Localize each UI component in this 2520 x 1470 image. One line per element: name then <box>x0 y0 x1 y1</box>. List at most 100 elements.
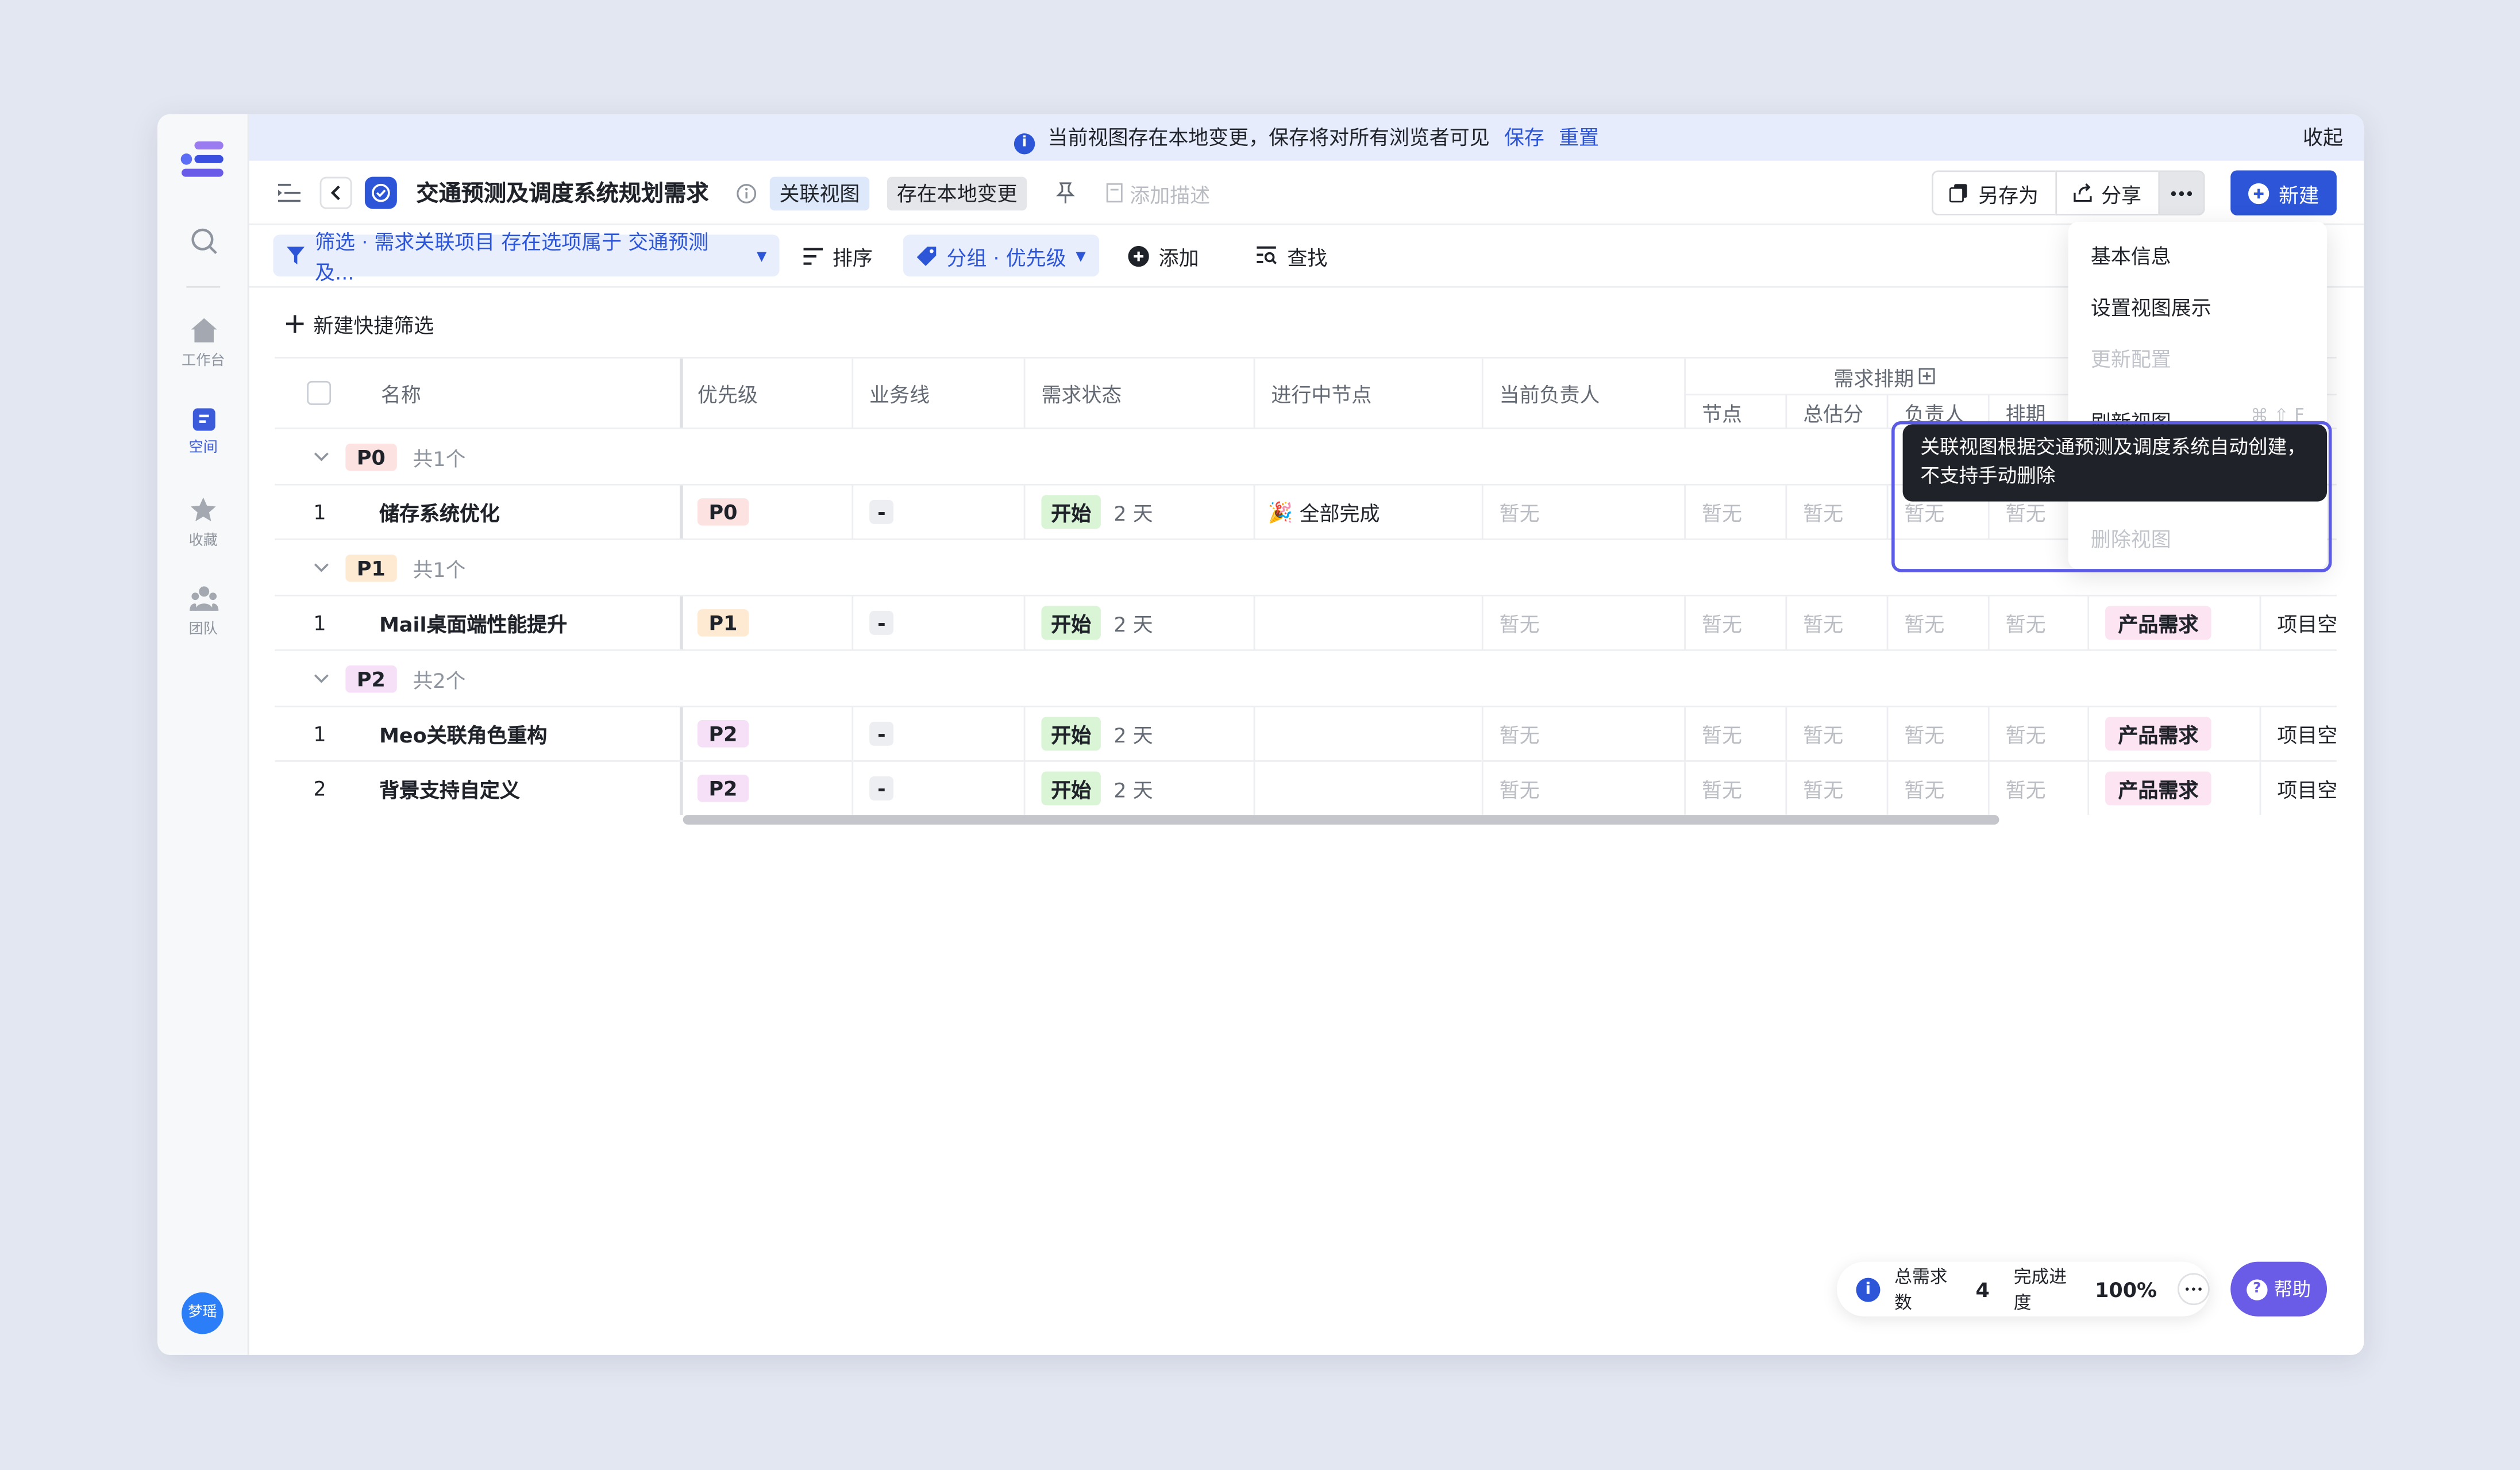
add-button[interactable]: 添加 <box>1128 234 1199 276</box>
type-tag[interactable]: 产品需求 <box>2105 717 2211 751</box>
priority-tag[interactable]: P0 <box>697 498 749 526</box>
business-line-tag[interactable]: - <box>869 499 894 524</box>
owner-cell[interactable]: 暂无 <box>1484 707 1540 760</box>
project-cell[interactable]: 项目空 <box>2261 762 2336 815</box>
col-business-line[interactable]: 业务线 <box>853 359 930 428</box>
reset-link[interactable]: 重置 <box>1559 125 1599 149</box>
back-button[interactable] <box>319 161 352 225</box>
nav-team[interactable]: 团队 <box>157 585 249 638</box>
node-value[interactable]: 暂无 <box>1686 597 1742 649</box>
row-name[interactable]: 背景支持自定义 <box>363 762 520 815</box>
menu-item-basic-info[interactable]: 基本信息 <box>2091 240 2171 270</box>
node-value[interactable]: 暂无 <box>1686 486 1742 538</box>
user-avatar[interactable]: 梦瑶 <box>182 1292 224 1334</box>
col-owner[interactable]: 当前负责人 <box>1484 359 1600 428</box>
project-cell[interactable]: 项目空 <box>2261 707 2336 760</box>
help-button[interactable]: ? 帮助 <box>2230 1261 2328 1317</box>
business-line-tag[interactable]: - <box>869 610 894 635</box>
nav-workbench[interactable]: 工作台 <box>157 317 249 370</box>
node-cell[interactable] <box>1255 707 1271 760</box>
row-name[interactable]: Meo关联角色重构 <box>363 707 547 760</box>
owner-cell[interactable]: 暂无 <box>1484 597 1540 649</box>
node-value[interactable]: 暂无 <box>1686 762 1742 815</box>
nav-space[interactable]: 空间 <box>157 408 249 456</box>
horizontal-scrollbar[interactable] <box>683 815 1999 825</box>
search-icon[interactable] <box>157 226 249 260</box>
node-cell[interactable] <box>1255 762 1271 815</box>
col-name[interactable]: 名称 <box>365 359 421 428</box>
status-badge[interactable]: 开始 <box>1041 606 1101 640</box>
priority-tag[interactable]: P1 <box>697 609 749 637</box>
estimate-value[interactable]: 暂无 <box>1787 707 1843 760</box>
more-button[interactable] <box>2157 170 2205 216</box>
assignee-value[interactable]: 暂无 <box>1888 597 1944 649</box>
status-badge[interactable]: 开始 <box>1041 717 1101 751</box>
tag-icon <box>916 245 937 265</box>
pin-icon[interactable] <box>1056 161 1076 225</box>
filter-button[interactable]: 筛选 · 需求关联项目 存在选项属于 交通预测及... ▼ <box>273 230 780 284</box>
schedule-value[interactable]: 暂无 <box>1990 597 2046 649</box>
sort-button[interactable]: 排序 <box>803 234 873 276</box>
assignee-value[interactable]: 暂无 <box>1888 762 1944 815</box>
view-type-icon <box>364 161 397 225</box>
chevron-down-icon[interactable] <box>313 563 329 572</box>
priority-tag[interactable]: P2 <box>697 720 749 748</box>
quick-filter-label: 新建快捷筛选 <box>313 313 434 338</box>
node-cell[interactable]: 🎉 全部完成 <box>1252 486 1380 538</box>
node-value[interactable]: 暂无 <box>1686 707 1742 760</box>
estimate-value[interactable]: 暂无 <box>1787 486 1843 538</box>
summary-more-icon[interactable] <box>2178 1273 2210 1306</box>
table-row[interactable]: 2 背景支持自定义 P2 - 开始 2 天 暂无 暂无 暂无 暂无 暂无 产品需求… <box>275 761 2337 815</box>
add-description-button[interactable]: 添加描述 <box>1105 161 1210 225</box>
schedule-value[interactable]: 暂无 <box>1990 707 2046 760</box>
col-estimate[interactable]: 总估分 <box>1787 394 1863 429</box>
title-info-icon[interactable] <box>736 161 757 225</box>
estimate-value[interactable]: 暂无 <box>1787 762 1843 815</box>
business-line-tag[interactable]: - <box>869 721 894 746</box>
business-line-tag[interactable]: - <box>869 776 894 801</box>
project-cell[interactable]: 项目空 <box>2261 597 2336 649</box>
save-link[interactable]: 保存 <box>1504 125 1544 149</box>
assignee-value[interactable]: 暂无 <box>1888 707 1944 760</box>
col-group-schedule[interactable]: 需求排期 <box>1817 359 1935 394</box>
group-button[interactable]: 分组 · 优先级 ▼ <box>903 234 1099 277</box>
node-cell[interactable] <box>1255 597 1271 649</box>
progress-label: 完成进度 <box>2013 1267 2067 1314</box>
linked-view-tag: 关联视图 <box>769 176 870 210</box>
col-status[interactable]: 需求状态 <box>1025 359 1122 428</box>
nav-favorites[interactable]: 收藏 <box>157 497 249 550</box>
new-button[interactable]: 新建 <box>2230 170 2337 216</box>
new-quick-filter-button[interactable]: 新建快捷筛选 <box>286 309 434 339</box>
col-in-progress-node[interactable]: 进行中节点 <box>1255 359 1371 428</box>
status-badge[interactable]: 开始 <box>1041 771 1101 806</box>
type-tag[interactable]: 产品需求 <box>2105 606 2211 640</box>
share-button[interactable]: 分享 <box>2055 170 2158 216</box>
col-priority[interactable]: 优先级 <box>681 359 758 428</box>
table-row[interactable]: 1 Mail桌面端性能提升 P1 - 开始 2 天 暂无 暂无 暂无 暂无 暂无 … <box>275 596 2337 651</box>
owner-cell[interactable]: 暂无 <box>1484 762 1540 815</box>
type-tag[interactable]: 产品需求 <box>2105 771 2211 806</box>
row-name[interactable]: Mail桌面端性能提升 <box>363 597 567 649</box>
estimate-value[interactable]: 暂无 <box>1787 597 1843 649</box>
group-tag: P1 <box>345 553 397 582</box>
col-node[interactable]: 节点 <box>1686 394 1742 429</box>
status-badge[interactable]: 开始 <box>1041 495 1101 529</box>
priority-tag[interactable]: P2 <box>697 775 749 802</box>
toggle-sidebar-icon[interactable] <box>278 161 301 225</box>
table-row[interactable]: 1 Meo关联角色重构 P2 - 开始 2 天 暂无 暂无 暂无 暂无 暂无 产品… <box>275 707 2337 762</box>
collapse-link[interactable]: 收起 <box>2303 114 2343 161</box>
row-name[interactable]: 储存系统优化 <box>363 486 500 538</box>
save-as-button[interactable]: 另存为 <box>1931 170 2055 216</box>
table-header-row: 名称 优先级 业务线 需求状态 进行中节点 当前负责人 需求排期 节点 总估分 … <box>275 358 2337 429</box>
help-label: 帮助 <box>2274 1277 2311 1300</box>
group-row-p2[interactable]: P2 共2个 <box>275 651 2337 707</box>
chevron-down-icon[interactable] <box>313 674 329 683</box>
app-logo-icon[interactable] <box>180 140 225 178</box>
schedule-value[interactable]: 暂无 <box>1990 762 2046 815</box>
filter-icon <box>287 247 305 265</box>
find-button[interactable]: 查找 <box>1257 234 1327 276</box>
select-all-checkbox[interactable] <box>291 359 332 428</box>
owner-cell[interactable]: 暂无 <box>1484 486 1540 538</box>
menu-item-display-settings[interactable]: 设置视图展示 <box>2091 291 2211 321</box>
chevron-down-icon[interactable] <box>313 452 329 461</box>
